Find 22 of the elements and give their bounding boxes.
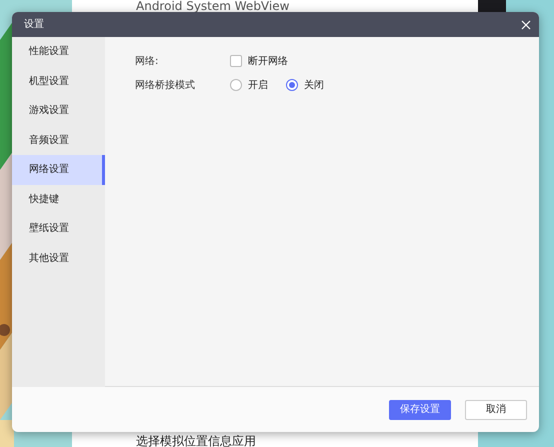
setting-label: 网络: <box>135 54 160 68</box>
radio-button[interactable] <box>230 79 242 91</box>
radio-button[interactable] <box>286 79 298 91</box>
cancel-button[interactable]: 取消 <box>465 400 527 420</box>
sidebar-item[interactable]: 其他设置 <box>12 244 105 273</box>
app-name: Android System WebView <box>136 0 290 15</box>
sidebar-item[interactable]: 机型设置 <box>12 66 105 96</box>
close-icon[interactable] <box>521 20 531 30</box>
setting-label: 网络桥接模式 <box>135 78 196 92</box>
option-label: 断开网络 <box>248 54 288 68</box>
sidebar-item[interactable]: 游戏设置 <box>12 96 105 126</box>
sidebar-item[interactable]: 壁纸设置 <box>12 214 105 244</box>
dialog-title: 设置 <box>24 18 44 32</box>
checkbox[interactable] <box>230 55 242 67</box>
sidebar-item[interactable]: 性能设置 <box>12 37 105 66</box>
sidebar-item[interactable]: 音频设置 <box>12 126 105 155</box>
option-label: 关闭 <box>304 78 324 92</box>
save-button[interactable]: 保存设置 <box>389 400 451 420</box>
sidebar-item[interactable]: 网络设置 <box>12 155 105 184</box>
option-label: 开启 <box>248 78 268 92</box>
sidebar-item[interactable]: 快捷键 <box>12 184 105 214</box>
menu-item[interactable]: 选择模拟位置信息应用 <box>136 432 256 447</box>
